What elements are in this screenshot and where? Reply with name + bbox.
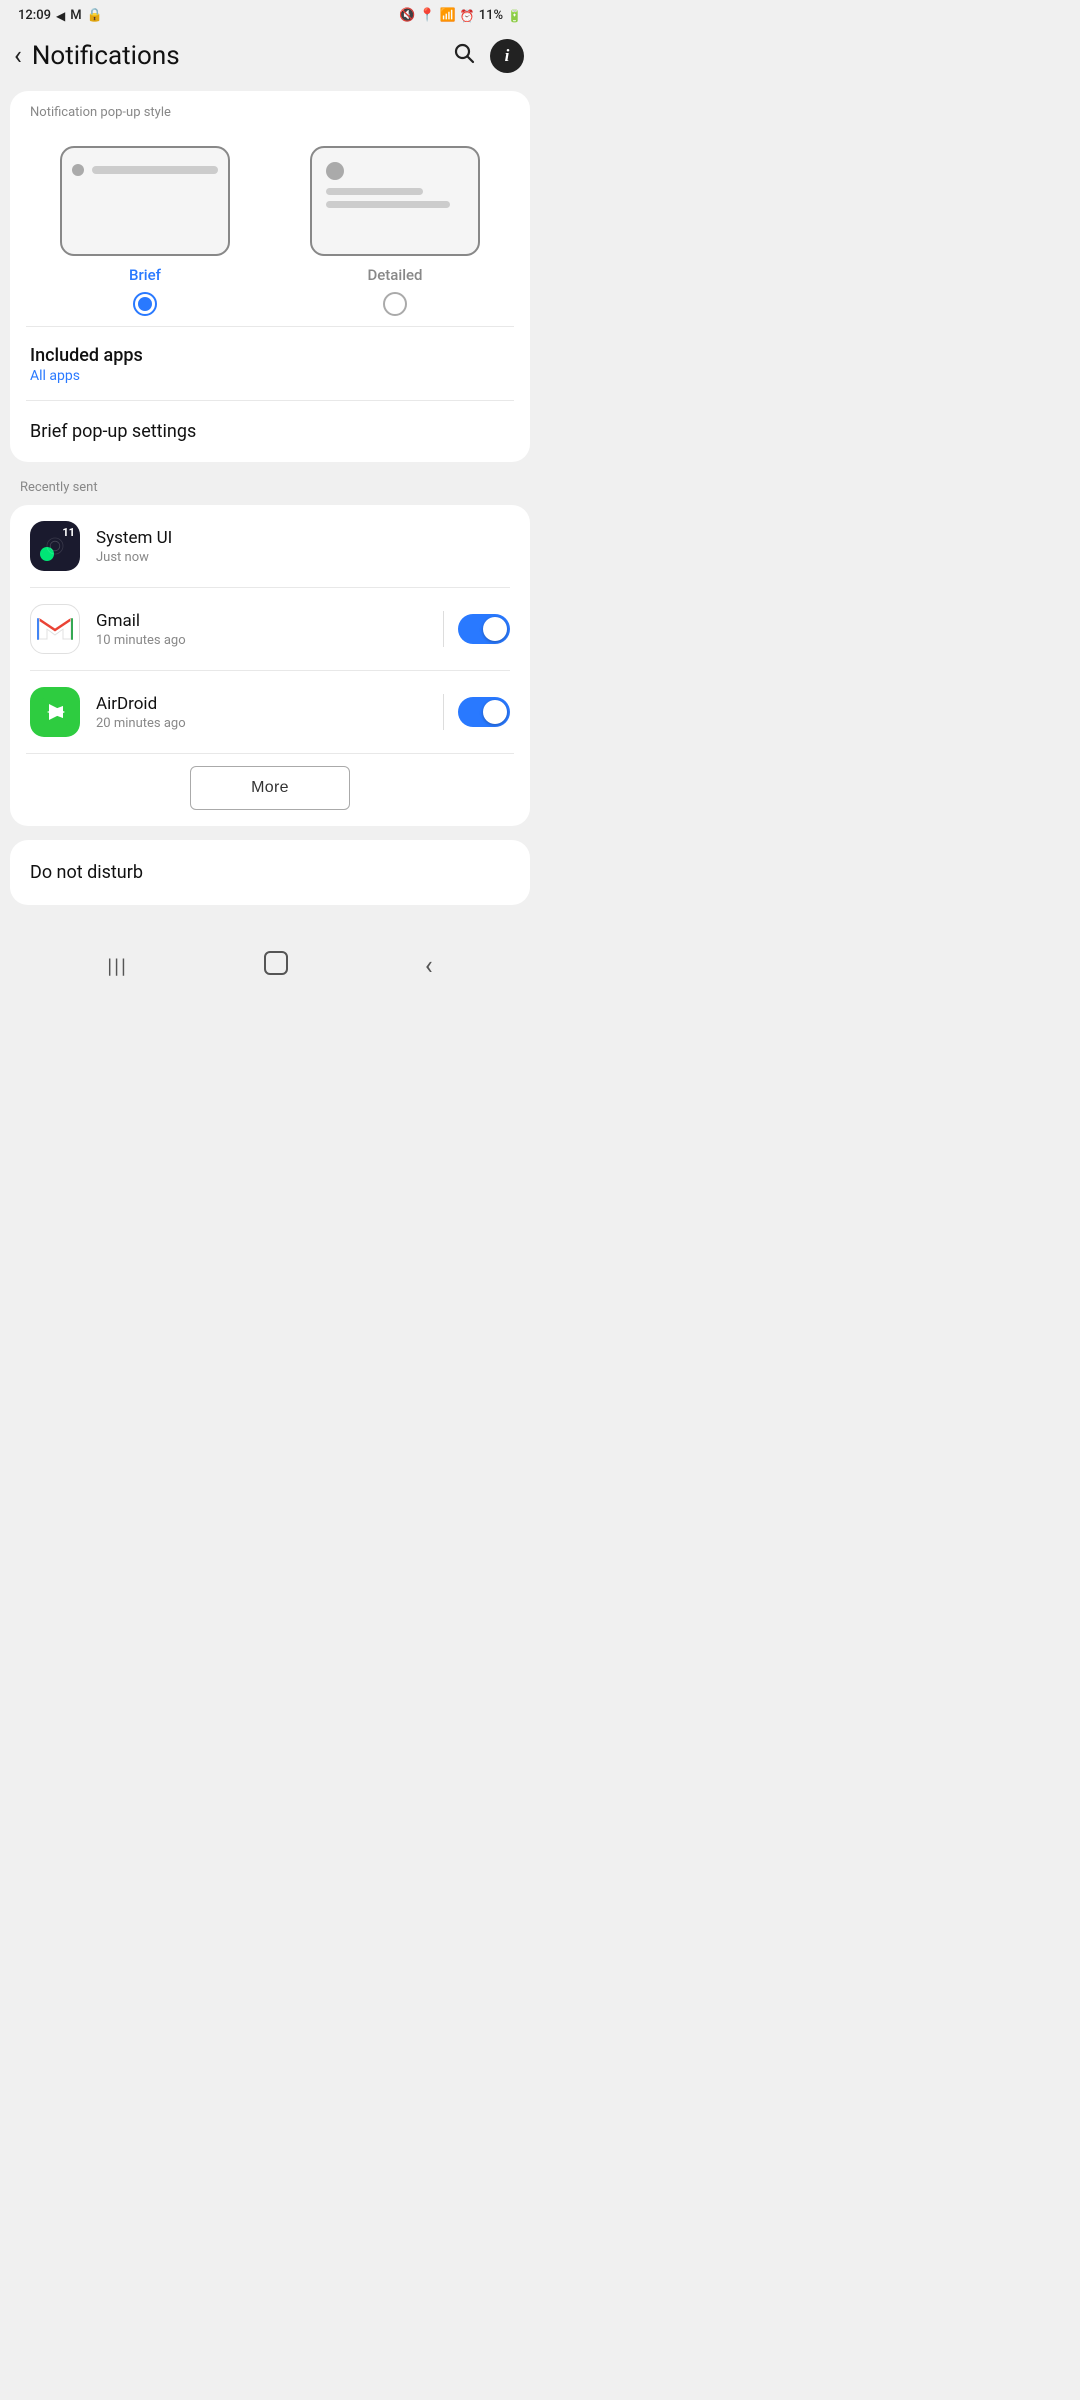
- home-icon: [262, 949, 290, 977]
- system-ui-icon: 11: [30, 521, 80, 571]
- list-item[interactable]: 11 System UI Just now: [10, 505, 530, 587]
- toggle-knob: [483, 617, 507, 641]
- app-time: 10 minutes ago: [96, 633, 427, 648]
- popup-style-row: Brief Detailed: [20, 146, 520, 316]
- popup-detailed-option[interactable]: Detailed: [270, 146, 520, 316]
- app-name: AirDroid: [96, 694, 427, 714]
- included-apps-sub: All apps: [30, 368, 510, 384]
- list-item[interactable]: Gmail 10 minutes ago: [10, 588, 530, 670]
- alarm-icon: ⏰: [460, 9, 475, 23]
- airdroid-toggle[interactable]: [458, 697, 510, 727]
- info-icon: i: [505, 46, 510, 66]
- back-nav-button[interactable]: ‹: [407, 945, 451, 987]
- popup-style-container: Brief Detailed: [10, 130, 530, 326]
- detailed-preview: [310, 146, 480, 256]
- list-item[interactable]: AirDroid 20 minutes ago: [10, 671, 530, 753]
- location-icon: 📍: [419, 8, 435, 23]
- popup-brief-option[interactable]: Brief: [20, 146, 270, 316]
- dnd-row[interactable]: Do not disturb: [10, 840, 530, 905]
- app-time: Just now: [96, 550, 510, 565]
- sysui-rings: [43, 534, 67, 558]
- detailed-icon: [326, 162, 344, 180]
- wifi-icon: 📶: [440, 8, 456, 23]
- gmail-status-icon: M: [70, 8, 81, 23]
- popup-style-card: Notification pop-up style Brief: [10, 91, 530, 462]
- gmail-toggle-container: [443, 611, 510, 647]
- app-name: System UI: [96, 528, 510, 548]
- brief-preview: [60, 146, 230, 256]
- brief-settings-title: Brief pop-up settings: [30, 421, 510, 442]
- time: 12:09: [18, 8, 51, 23]
- detail-line-2: [326, 201, 450, 208]
- battery-percent: 11%: [479, 8, 503, 23]
- status-right: 🔇 📍 📶 ⏰ 11% 🔋: [399, 8, 522, 23]
- menu-button[interactable]: |||: [89, 948, 146, 984]
- home-button[interactable]: [244, 943, 308, 989]
- gmail-info: Gmail 10 minutes ago: [96, 611, 427, 648]
- toggle-knob: [483, 700, 507, 724]
- status-bar: 12:09 ◀ M 🔒 🔇 📍 📶 ⏰ 11% 🔋: [0, 0, 540, 27]
- popup-style-label: Notification pop-up style: [10, 91, 530, 130]
- brief-bar: [72, 164, 218, 176]
- detailed-label: Detailed: [367, 266, 422, 284]
- search-button[interactable]: [448, 37, 480, 75]
- mute-icon: 🔇: [399, 8, 415, 23]
- system-ui-info: System UI Just now: [96, 528, 510, 565]
- bottom-nav: ||| ‹: [0, 929, 540, 1009]
- dnd-title: Do not disturb: [30, 862, 510, 883]
- status-left: 12:09 ◀ M 🔒: [18, 8, 103, 23]
- airdroid-toggle-container: [443, 694, 510, 730]
- gmail-svg: [37, 615, 73, 643]
- airdroid-info: AirDroid 20 minutes ago: [96, 694, 427, 731]
- app-name: Gmail: [96, 611, 427, 631]
- info-button[interactable]: i: [490, 39, 524, 73]
- shield-status-icon: 🔒: [87, 8, 103, 23]
- recently-sent-card: 11 System UI Just now: [10, 505, 530, 826]
- detail-line-1: [326, 188, 423, 195]
- detailed-radio[interactable]: [383, 292, 407, 316]
- included-apps-row[interactable]: Included apps All apps: [10, 327, 530, 400]
- back-button[interactable]: ‹: [10, 37, 32, 75]
- brief-label: Brief: [129, 266, 161, 284]
- battery-icon: 🔋: [507, 9, 522, 23]
- brief-line: [92, 166, 218, 174]
- airdroid-icon: [30, 687, 80, 737]
- dnd-card: Do not disturb: [10, 840, 530, 905]
- app-time: 20 minutes ago: [96, 716, 427, 731]
- gmail-icon: [30, 604, 80, 654]
- header-icons: i: [448, 37, 524, 75]
- back-arrow-icon: ◀: [56, 9, 65, 23]
- brief-settings-row[interactable]: Brief pop-up settings: [10, 401, 530, 462]
- more-button[interactable]: More: [190, 766, 350, 810]
- header: ‹ Notifications i: [0, 27, 540, 87]
- more-btn-row: More: [10, 754, 530, 826]
- toggle-divider: [443, 611, 444, 647]
- recently-sent-label: Recently sent: [0, 466, 540, 501]
- included-apps-title: Included apps: [30, 345, 510, 366]
- airdroid-svg: [37, 694, 73, 730]
- page-title: Notifications: [32, 41, 448, 71]
- brief-radio-fill: [138, 297, 152, 311]
- brief-dot: [72, 164, 84, 176]
- toggle-divider: [443, 694, 444, 730]
- detail-lines: [326, 188, 464, 208]
- gmail-toggle[interactable]: [458, 614, 510, 644]
- brief-radio[interactable]: [133, 292, 157, 316]
